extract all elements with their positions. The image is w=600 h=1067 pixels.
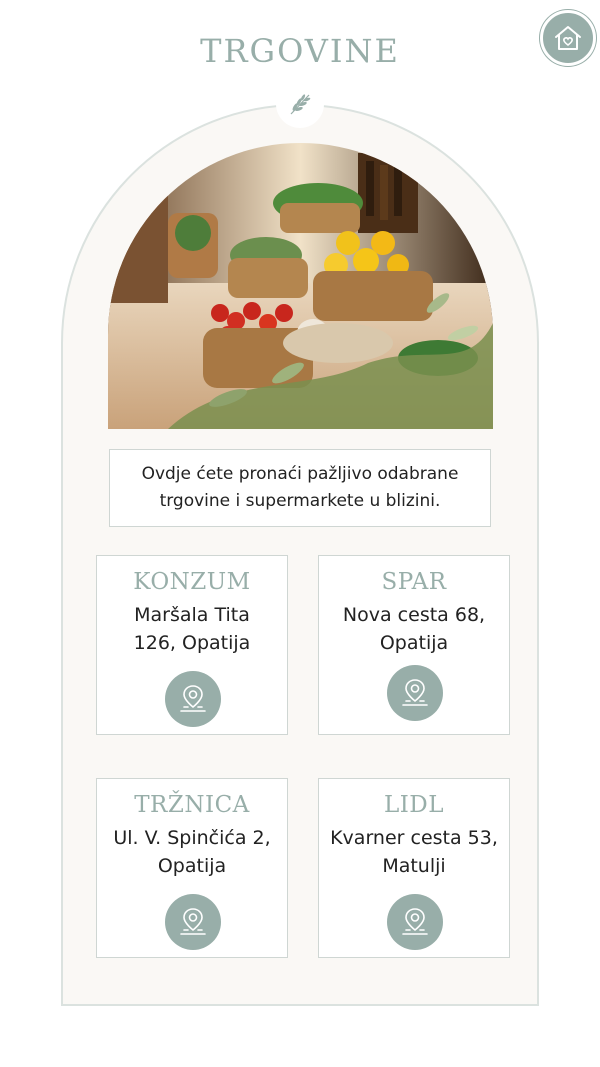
location-pin-button[interactable] [165,894,221,950]
page-title: TRGOVINE [200,32,400,70]
store-card-konzum[interactable]: KONZUM Maršala Tita 126, Opatija [96,555,288,735]
location-pin-button[interactable] [387,894,443,950]
olive-sprig-icon [290,94,311,115]
store-name: TRŽNICA [134,792,250,818]
store-name: KONZUM [133,569,251,595]
store-address: Nova cesta 68, Opatija [342,604,486,654]
store-card-spar[interactable]: SPAR Nova cesta 68, Opatija [318,555,510,735]
location-pin-icon [180,685,206,712]
intro-text: Ovdje ćete pronaći pažljivo odabrane trg… [109,449,491,527]
store-address: Kvarner cesta 53, Matulji [330,827,498,877]
store-address: Ul. V. Spinčića 2, Opatija [113,827,271,877]
store-name: LIDL [383,792,445,818]
location-pin-button[interactable] [387,665,443,721]
store-card-lidl[interactable]: LIDL Kvarner cesta 53, Matulji [318,778,510,958]
location-pin-icon [402,908,428,935]
location-pin-icon [180,908,206,935]
store-address: Maršala Tita 126, Opatija [133,604,251,654]
location-pin-icon [402,679,428,706]
olive-sprig-badge [276,80,324,128]
location-pin-button[interactable] [165,671,221,727]
store-card-trznica[interactable]: TRŽNICA Ul. V. Spinčića 2, Opatija [96,778,288,958]
store-name: SPAR [381,569,447,595]
